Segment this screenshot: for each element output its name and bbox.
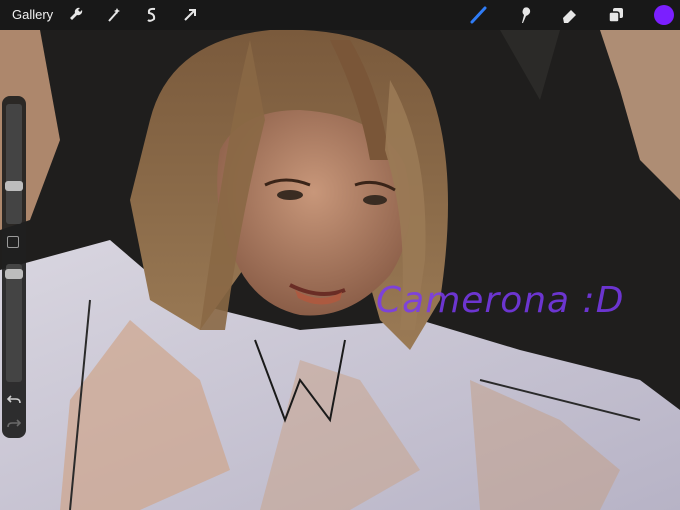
current-color-swatch[interactable] [654, 5, 674, 25]
magic-wand-icon[interactable] [102, 3, 126, 27]
selection-icon[interactable] [140, 3, 164, 27]
wrench-icon[interactable] [64, 3, 88, 27]
top-toolbar: Gallery [0, 0, 680, 30]
undo-icon[interactable] [5, 391, 23, 409]
gallery-button[interactable]: Gallery [12, 7, 53, 22]
opacity-slider[interactable] [5, 264, 23, 382]
brush-icon[interactable] [467, 3, 491, 27]
eraser-icon[interactable] [558, 3, 582, 27]
smudge-icon[interactable] [512, 3, 536, 27]
drawing-canvas[interactable] [0, 0, 680, 510]
layers-icon[interactable] [604, 3, 628, 27]
signature-text: Camerona :D [376, 280, 625, 321]
side-toolbar [2, 96, 26, 438]
brush-size-slider[interactable] [5, 104, 23, 224]
brush-size-handle[interactable] [5, 181, 23, 191]
transform-icon[interactable] [178, 3, 202, 27]
redo-icon[interactable] [5, 415, 23, 433]
modify-button[interactable] [7, 236, 19, 248]
opacity-handle[interactable] [5, 269, 23, 280]
